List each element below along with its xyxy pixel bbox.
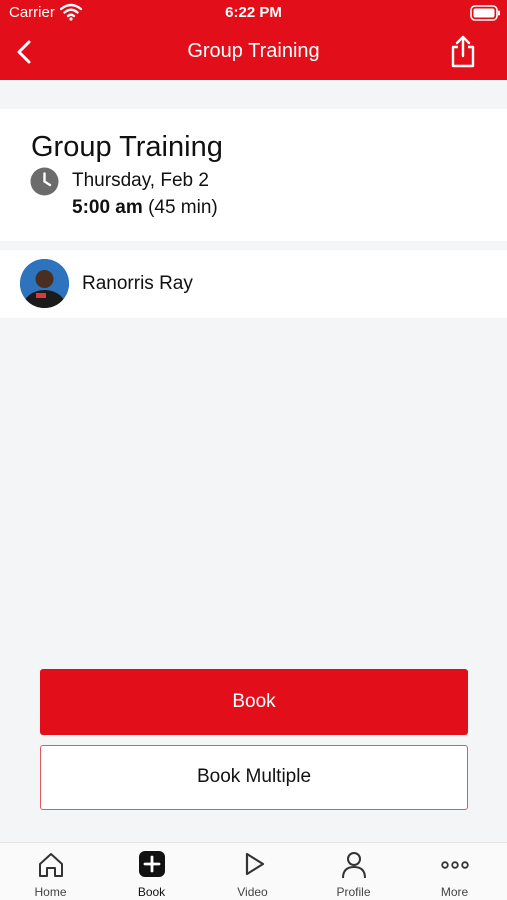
navigation-bar: Group Training bbox=[0, 26, 507, 80]
tab-home[interactable]: Home bbox=[0, 843, 101, 900]
tab-bar: Home Book Video Profile More bbox=[0, 842, 507, 900]
nav-title: Group Training bbox=[187, 40, 320, 62]
clock-icon bbox=[30, 167, 59, 196]
person-icon bbox=[342, 852, 366, 879]
tab-video-label: Video bbox=[237, 885, 268, 899]
book-button[interactable]: Book bbox=[40, 669, 468, 735]
session-duration: (45 min) bbox=[148, 197, 218, 218]
tab-video[interactable]: Video bbox=[202, 843, 303, 900]
trainer-photo bbox=[20, 259, 69, 308]
avatar bbox=[20, 259, 69, 308]
session-start-time: 5:00 am bbox=[72, 197, 143, 218]
tab-profile[interactable]: Profile bbox=[303, 843, 404, 900]
home-icon bbox=[39, 853, 63, 877]
tab-book-label: Book bbox=[137, 885, 166, 899]
play-icon bbox=[245, 852, 265, 876]
session-date: Thursday, Feb 2 bbox=[72, 170, 209, 191]
session-title: Group Training bbox=[31, 131, 223, 163]
tab-more-label: More bbox=[440, 885, 469, 899]
app-header: Carrier 6:22 PM Group Training bbox=[0, 0, 507, 80]
tab-profile-label: Profile bbox=[336, 885, 371, 899]
session-card: Group Training Thursday, Feb 2 5:00 am (… bbox=[0, 109, 507, 241]
battery-icon bbox=[470, 5, 500, 21]
tab-home-label: Home bbox=[34, 885, 67, 899]
plus-square-icon bbox=[139, 851, 165, 877]
clock-time: 6:22 PM bbox=[225, 4, 282, 21]
trainer-row[interactable]: Ranorris Ray bbox=[0, 250, 507, 318]
status-bar: Carrier 6:22 PM bbox=[0, 0, 507, 26]
more-icon bbox=[441, 861, 469, 869]
trainer-name: Ranorris Ray bbox=[82, 273, 193, 294]
session-time: 5:00 am (45 min) bbox=[72, 197, 218, 219]
tab-more[interactable]: More bbox=[404, 843, 505, 900]
tab-book[interactable]: Book bbox=[101, 843, 202, 900]
book-multiple-button[interactable]: Book Multiple bbox=[40, 745, 468, 810]
share-icon[interactable] bbox=[448, 34, 478, 68]
